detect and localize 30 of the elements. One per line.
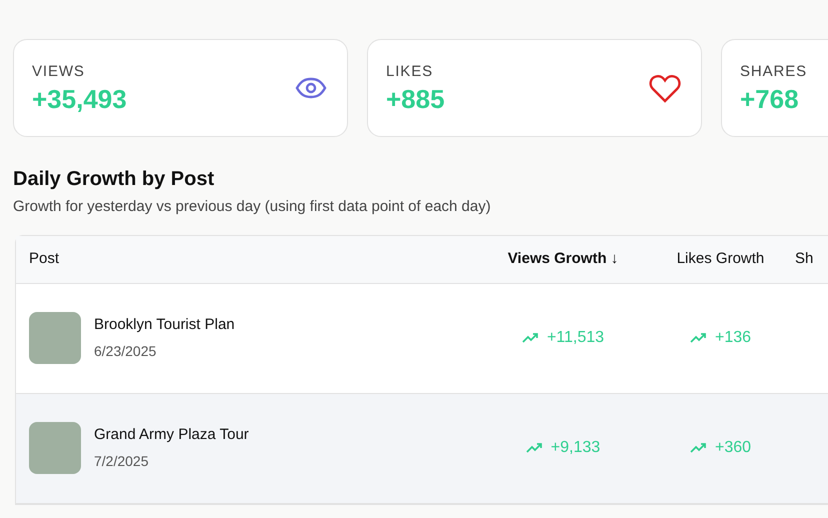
stat-value: +885 [386,83,445,116]
stat-label: LIKES [386,62,434,82]
trend-up-icon [690,333,706,343]
table-row[interactable]: Brooklyn Tourist Plan 6/23/2025 +11,513 +136 [16,284,828,394]
post-title: Grand Army Plaza Tour [94,425,249,446]
trend-up-icon [690,443,706,453]
table-row[interactable]: Grand Army Plaza Tour 7/2/2025 +9,133 +360 [16,394,828,504]
heart-icon [649,74,681,102]
growth-value: +9,133 [550,438,600,458]
stat-value: +35,493 [32,83,127,116]
section-subtitle: Growth for yesterday vs previous day (using first data point of each day) [13,197,492,217]
growth-value: +136 [714,328,752,348]
column-header[interactable]: Sh [795,248,814,270]
section-title: Daily Growth by Post [13,167,216,192]
post-title: Brooklyn Tourist Plan [94,315,235,336]
photo-placeholder [29,422,81,474]
stat-label: SHARES [740,62,808,82]
stat-label: VIEWS [32,62,86,82]
trend-up-icon [522,333,538,343]
eye-icon [295,77,327,99]
growth-value: +360 [714,438,752,458]
stat-value: +768 [740,83,800,116]
post-date: 6/23/2025 [94,342,158,361]
column-header[interactable]: Views Growth ↓ [508,248,618,270]
photo-placeholder [29,312,81,364]
trend-up-icon [526,443,542,453]
column-header[interactable]: Likes Growth [676,248,764,270]
post-date: 7/2/2025 [94,452,150,471]
growth-value: +11,513 [546,328,604,348]
column-header[interactable]: Post [29,248,60,270]
